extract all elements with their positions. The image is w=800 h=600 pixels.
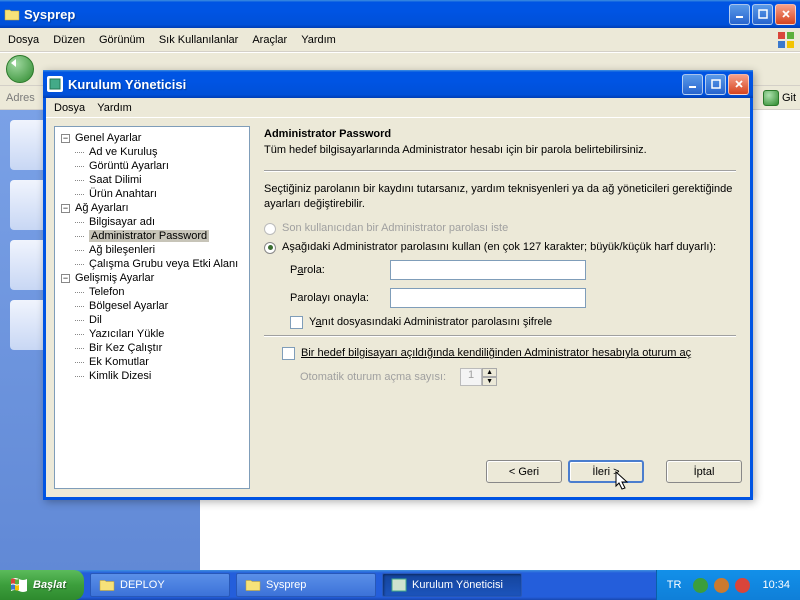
windows-logo-icon bbox=[776, 30, 796, 50]
menu-favorites[interactable]: Sık Kullanılanlar bbox=[159, 34, 239, 46]
task-setup-manager[interactable]: Kurulum Yöneticisi bbox=[382, 573, 522, 597]
dialog-menu-help[interactable]: Yardım bbox=[97, 102, 132, 114]
tree-advanced[interactable]: −Gelişmiş Ayarlar bbox=[57, 271, 247, 285]
settings-pane: Administrator Password Tüm hedef bilgisa… bbox=[258, 126, 742, 489]
password-label: Parola: bbox=[290, 264, 390, 276]
menu-help[interactable]: Yardım bbox=[301, 34, 336, 46]
back-button[interactable]: < Geri bbox=[486, 460, 562, 483]
confirm-password-input[interactable] bbox=[390, 288, 586, 308]
taskbar: Başlat DEPLOY Sysprep Kurulum Yöneticisi… bbox=[0, 570, 800, 600]
tray-icon[interactable] bbox=[714, 578, 729, 593]
task-sysprep[interactable]: Sysprep bbox=[236, 573, 376, 597]
tree-workgroup[interactable]: Çalışma Grubu veya Etki Alanı bbox=[57, 257, 247, 271]
explorer-title: Sysprep bbox=[24, 7, 729, 22]
tree-additional[interactable]: Ek Komutlar bbox=[57, 355, 247, 369]
tree-network[interactable]: −Ağ Ayarları bbox=[57, 201, 247, 215]
windows-flag-icon bbox=[10, 577, 28, 593]
spinner-up-icon: ▲ bbox=[482, 368, 497, 377]
divider bbox=[264, 170, 736, 172]
menu-tools[interactable]: Araçlar bbox=[252, 34, 287, 46]
collapse-icon[interactable]: − bbox=[61, 134, 70, 143]
start-button[interactable]: Başlat bbox=[0, 570, 84, 600]
autologon-count-label: Otomatik oturum açma sayısı: bbox=[300, 371, 446, 383]
clock[interactable]: 10:34 bbox=[762, 579, 790, 591]
dialog-titlebar[interactable]: Kurulum Yöneticisi bbox=[43, 70, 753, 98]
collapse-icon[interactable]: − bbox=[61, 274, 70, 283]
tree-display[interactable]: Görüntü Ayarları bbox=[57, 159, 247, 173]
explorer-menubar: Dosya Düzen Görünüm Sık Kullanılanlar Ar… bbox=[0, 28, 800, 52]
spinner-value: 1 bbox=[460, 368, 482, 386]
close-button[interactable] bbox=[775, 4, 796, 25]
go-arrow-icon bbox=[763, 90, 779, 106]
autologon-count-row: Otomatik oturum açma sayısı: 1 ▲ ▼ bbox=[264, 368, 736, 386]
dialog-menubar: Dosya Yardım bbox=[46, 98, 750, 118]
wizard-buttons: < Geri İleri > İptal bbox=[486, 460, 742, 483]
cancel-button[interactable]: İptal bbox=[666, 460, 742, 483]
tree-regional[interactable]: Bölgesel Ayarlar bbox=[57, 299, 247, 313]
tray-icon[interactable] bbox=[693, 578, 708, 593]
tray-icon[interactable] bbox=[735, 578, 750, 593]
divider bbox=[264, 335, 736, 337]
dialog-maximize-button[interactable] bbox=[705, 74, 726, 95]
checkbox-icon[interactable] bbox=[290, 316, 303, 329]
language-indicator[interactable]: TR bbox=[667, 579, 682, 591]
dialog-menu-file[interactable]: Dosya bbox=[54, 102, 85, 114]
password-input[interactable] bbox=[390, 260, 586, 280]
tree-languages[interactable]: Dil bbox=[57, 313, 247, 327]
radio-icon bbox=[264, 223, 276, 235]
encrypt-label: Yanıt dosyasındaki Administrator parolas… bbox=[309, 316, 552, 328]
tree-timezone[interactable]: Saat Dilimi bbox=[57, 173, 247, 187]
radio-icon[interactable] bbox=[264, 242, 276, 254]
go-button[interactable]: Git bbox=[763, 90, 796, 106]
collapse-icon[interactable]: − bbox=[61, 204, 70, 213]
autologon-label: Bir hedef bilgisayarı açıldığında kendil… bbox=[301, 347, 691, 359]
folder-icon bbox=[245, 578, 261, 592]
tree-printers[interactable]: Yazıcıları Yükle bbox=[57, 327, 247, 341]
menu-view[interactable]: Görünüm bbox=[99, 34, 145, 46]
confirm-label: Parolayı onayla: bbox=[290, 292, 390, 304]
folder-icon bbox=[4, 8, 20, 21]
pane-description: Tüm hedef bilgisayarlarında Administrato… bbox=[264, 144, 736, 156]
radio-prompt-user: Son kullanıcıdan bir Administrator parol… bbox=[264, 222, 736, 235]
menu-edit[interactable]: Düzen bbox=[53, 34, 85, 46]
dialog-title: Kurulum Yöneticisi bbox=[68, 77, 682, 92]
app-icon bbox=[391, 578, 407, 592]
radio-use-password[interactable]: Aşağıdaki Administrator parolasını kulla… bbox=[264, 241, 736, 254]
tree-name-org[interactable]: Ad ve Kuruluş bbox=[57, 145, 247, 159]
autologon-count-spinner: 1 ▲ ▼ bbox=[460, 368, 497, 386]
back-button[interactable] bbox=[6, 55, 34, 83]
task-deploy[interactable]: DEPLOY bbox=[90, 573, 230, 597]
maximize-button[interactable] bbox=[752, 4, 773, 25]
autologon-checkbox-row[interactable]: Bir hedef bilgisayarı açıldığında kendil… bbox=[264, 347, 736, 360]
tree-run-once[interactable]: Bir Kez Çalıştır bbox=[57, 341, 247, 355]
tree-product-key[interactable]: Ürün Anahtarı bbox=[57, 187, 247, 201]
password-row: Parola: bbox=[264, 260, 736, 280]
info-text: Seçtiğiniz parolanın bir kaydını tutarsa… bbox=[264, 182, 736, 212]
tree-telephony[interactable]: Telefon bbox=[57, 285, 247, 299]
dialog-close-button[interactable] bbox=[728, 74, 749, 95]
tree-net-components[interactable]: Ağ bileşenleri bbox=[57, 243, 247, 257]
dialog-app-icon bbox=[47, 76, 63, 92]
minimize-button[interactable] bbox=[729, 4, 750, 25]
dialog-minimize-button[interactable] bbox=[682, 74, 703, 95]
setup-manager-dialog: Kurulum Yöneticisi Dosya Yardım −Genel A… bbox=[43, 70, 753, 500]
tree-id-strings[interactable]: Kimlik Dizesi bbox=[57, 369, 247, 383]
spinner-down-icon: ▼ bbox=[482, 377, 497, 386]
address-label: Adres bbox=[6, 92, 35, 104]
tree-admin-password[interactable]: Administrator Password bbox=[57, 229, 247, 243]
pane-heading: Administrator Password bbox=[264, 128, 736, 140]
menu-file[interactable]: Dosya bbox=[8, 34, 39, 46]
tree-general[interactable]: −Genel Ayarlar bbox=[57, 131, 247, 145]
settings-tree[interactable]: −Genel Ayarlar Ad ve Kuruluş Görüntü Aya… bbox=[54, 126, 250, 489]
window-controls bbox=[729, 4, 796, 25]
checkbox-icon[interactable] bbox=[282, 347, 295, 360]
confirm-row: Parolayı onayla: bbox=[264, 288, 736, 308]
next-button[interactable]: İleri > bbox=[568, 460, 644, 483]
explorer-titlebar[interactable]: Sysprep bbox=[0, 0, 800, 28]
folder-icon bbox=[99, 578, 115, 592]
system-tray[interactable]: TR 10:34 bbox=[656, 570, 800, 600]
encrypt-checkbox-row[interactable]: Yanıt dosyasındaki Administrator parolas… bbox=[264, 316, 736, 329]
tree-computer-name[interactable]: Bilgisayar adı bbox=[57, 215, 247, 229]
